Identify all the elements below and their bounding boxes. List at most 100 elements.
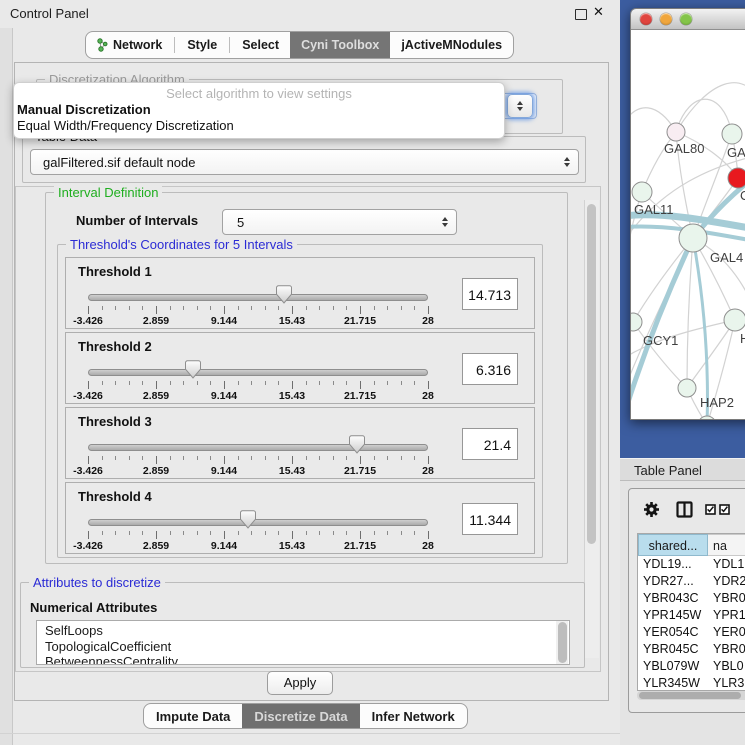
network-node-gcy1[interactable] [631, 313, 642, 331]
apply-button[interactable]: Apply [267, 671, 333, 695]
close-button[interactable] [640, 13, 652, 25]
tick-mark [414, 531, 415, 535]
table-cell: YDR2 [708, 573, 745, 590]
tab-infer-network[interactable]: Infer Network [360, 704, 467, 728]
tab-impute-data[interactable]: Impute Data [144, 704, 242, 728]
network-node-gal80[interactable] [667, 123, 685, 141]
threshold-slider[interactable]: -3.4262.8599.14415.4321.71528 [88, 284, 428, 326]
slider-thumb[interactable] [240, 510, 256, 529]
network-window[interactable]: GAL80GACGAL11GAL4GCY1HHAP2 [630, 8, 745, 420]
checkbox-icons[interactable] [705, 504, 730, 515]
threshold-slider[interactable]: -3.4262.8599.14415.4321.71528 [88, 509, 428, 551]
float-panel-icon[interactable] [575, 9, 587, 20]
vertical-scrollbar[interactable] [584, 200, 599, 658]
tick-mark [387, 456, 388, 460]
minimize-button[interactable] [660, 13, 672, 25]
tab-label: Select [242, 38, 279, 52]
tick-mark [251, 306, 252, 310]
tab-jactivemnodules[interactable]: jActiveMNodules [390, 32, 513, 58]
column-header[interactable]: shared... [638, 534, 708, 556]
threshold-slider[interactable]: -3.4262.8599.14415.4321.71528 [88, 434, 428, 476]
slider-thumb[interactable] [349, 435, 365, 454]
table-row[interactable]: YER054CYER0 [638, 624, 745, 641]
network-node-gal4[interactable] [679, 224, 707, 252]
threshold-value-field[interactable]: 6.316 [462, 353, 518, 385]
scrollbar-thumb[interactable] [639, 692, 741, 699]
tick-mark [183, 306, 184, 310]
number-of-intervals-combobox[interactable]: 5 [222, 209, 457, 235]
tick-mark [306, 531, 307, 535]
table-panel-title: Table Panel [620, 458, 745, 481]
attribute-item-betweennesscentrality[interactable]: BetweennessCentrality [45, 654, 569, 665]
combobox-stepper-icon [564, 157, 570, 167]
table-row[interactable]: YBR043CYBR0 [638, 590, 745, 607]
table-row[interactable]: YDL19...YDL1 [638, 556, 745, 573]
tick-mark [238, 381, 239, 385]
table-row[interactable]: YPR145WYPR1 [638, 607, 745, 624]
algorithm-option-manual-discretization[interactable]: Manual Discretization [14, 102, 504, 118]
attribute-item-topologicalcoefficient[interactable]: TopologicalCoefficient [45, 639, 569, 655]
tick-mark [170, 306, 171, 310]
network-node-c[interactable] [728, 168, 745, 188]
network-canvas[interactable]: GAL80GACGAL11GAL4GCY1HHAP2 [631, 30, 745, 420]
tick-mark [102, 381, 103, 385]
number-of-intervals-value: 5 [223, 215, 244, 230]
threshold-slider[interactable]: -3.4262.8599.14415.4321.71528 [88, 359, 428, 401]
tab-network[interactable]: Network [86, 32, 173, 58]
tab-style[interactable]: Style [176, 32, 228, 58]
network-node-gal11[interactable] [632, 182, 652, 202]
column-layout-icon[interactable] [676, 501, 693, 518]
network-node-ga[interactable] [722, 124, 742, 144]
tick-mark [170, 456, 171, 460]
table-row[interactable]: YDR27...YDR2 [638, 573, 745, 590]
tick-mark [401, 306, 402, 310]
table-cell: YPR1 [708, 607, 745, 624]
table-row[interactable]: YLR345WYLR3 [638, 675, 745, 691]
tab-label: Network [113, 38, 162, 52]
node-table[interactable]: shared...na YDL19...YDL1YDR27...YDR2YBR0… [637, 533, 745, 691]
table-data-combobox[interactable]: galFiltered.sif default node [30, 149, 579, 175]
network-node-h[interactable] [724, 309, 745, 331]
threshold-value-field[interactable]: 14.713 [462, 278, 518, 310]
tick-mark [197, 531, 198, 535]
algorithm-option-equal-width-frequency-discretization[interactable]: Equal Width/Frequency Discretization [14, 118, 504, 134]
settings-gear-icon[interactable] [643, 501, 660, 518]
attribute-item-selfloops[interactable]: SelfLoops [45, 623, 569, 639]
tick-mark [142, 531, 143, 535]
tab-select[interactable]: Select [231, 32, 290, 58]
table-row[interactable]: YBL079WYBL0 [638, 658, 745, 675]
tick-mark [142, 306, 143, 310]
algorithm-combobox-stepper[interactable] [507, 94, 533, 118]
tab-cyni-toolbox[interactable]: Cyni Toolbox [290, 32, 390, 58]
scrollbar-thumb[interactable] [558, 622, 567, 663]
network-graph[interactable]: GAL80GACGAL11GAL4GCY1HHAP2 [631, 30, 745, 420]
tick-mark [115, 381, 116, 385]
slider-track [88, 519, 428, 526]
screen: { "control_panel": { "title": "Control P… [0, 0, 745, 745]
threshold-value-field[interactable]: 11.344 [462, 503, 518, 535]
slider-thumb[interactable] [185, 360, 201, 379]
threshold-value-field[interactable]: 21.4 [462, 428, 518, 460]
tab-discretize-data[interactable]: Discretize Data [242, 704, 359, 728]
network-node[interactable] [698, 416, 716, 420]
tick-mark [115, 306, 116, 310]
node-label: C [740, 188, 745, 203]
numerical-attributes-list[interactable]: SelfLoopsTopologicalCoefficientBetweenne… [36, 620, 570, 665]
tick-mark [265, 531, 266, 535]
zoom-button[interactable] [680, 13, 692, 25]
tick-mark [210, 306, 211, 310]
tick-label: 28 [422, 540, 434, 552]
column-header[interactable]: na [708, 534, 745, 556]
close-panel-icon[interactable]: ✕ [593, 4, 604, 20]
slider-thumb[interactable] [276, 285, 292, 304]
tick-label: -3.426 [73, 465, 103, 477]
group-title: Interval Definition [54, 185, 162, 200]
tick-mark [306, 381, 307, 385]
network-node-hap2[interactable] [678, 379, 696, 397]
table-row[interactable]: YBR045CYBR0 [638, 641, 745, 658]
tick-mark [401, 456, 402, 460]
attributes-scrollbar[interactable] [556, 621, 568, 664]
tick-mark [319, 306, 320, 310]
horizontal-scrollbar[interactable] [637, 691, 745, 700]
scrollbar-thumb[interactable] [587, 204, 596, 544]
